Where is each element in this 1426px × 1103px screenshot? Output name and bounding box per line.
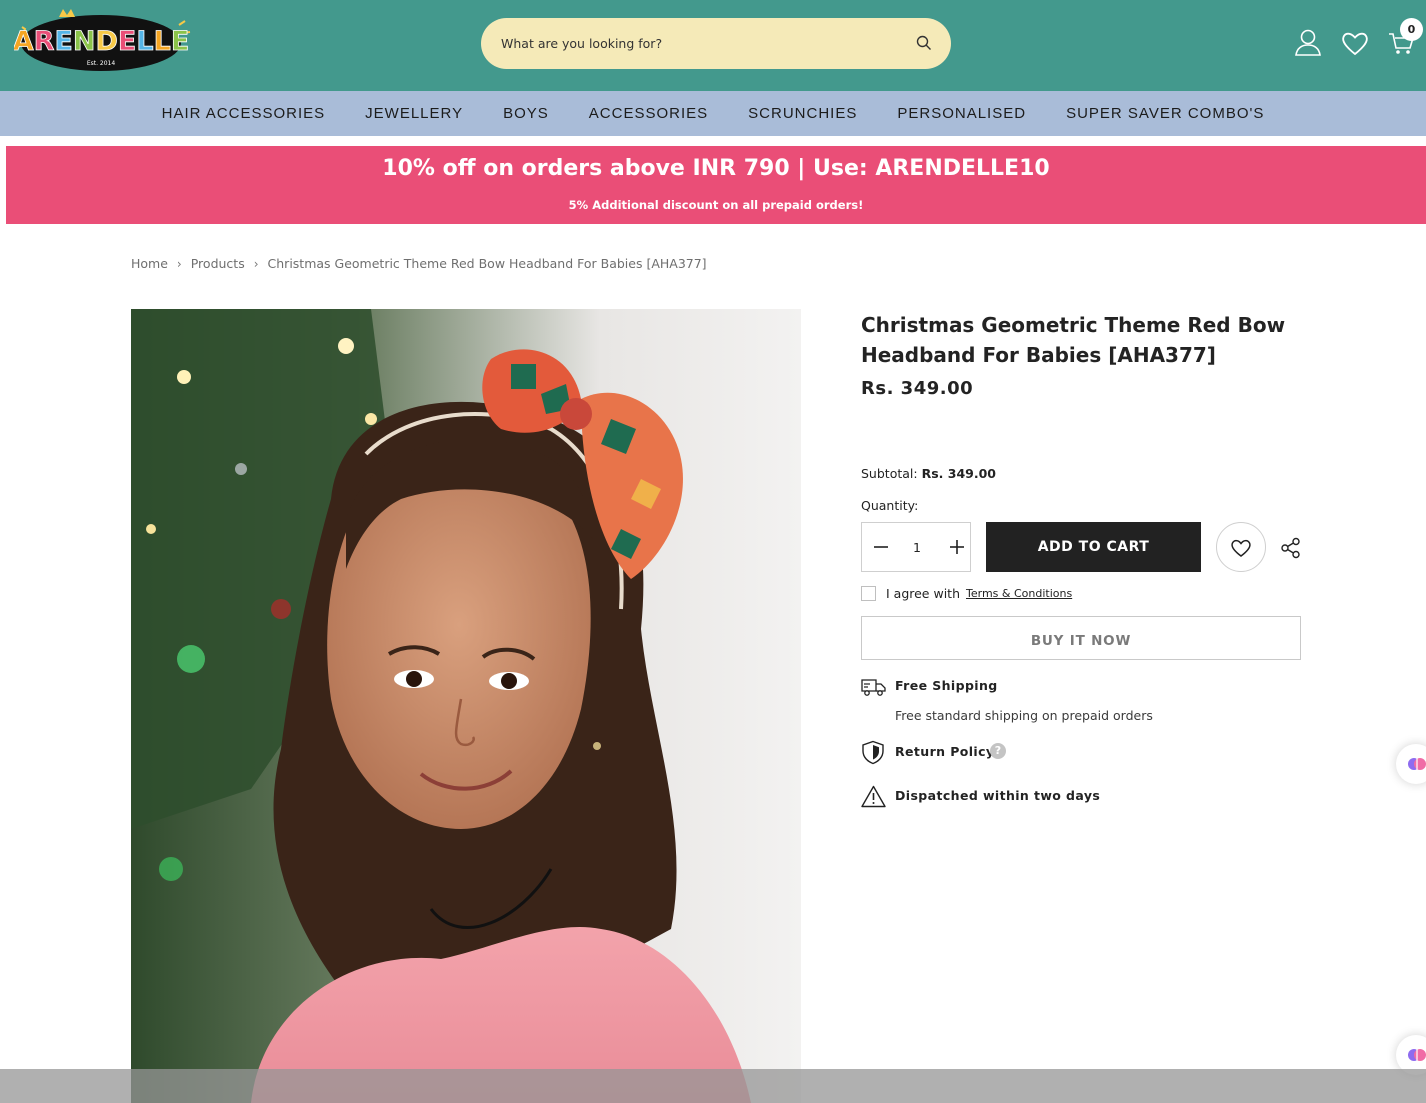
subtotal: Subtotal: Rs. 349.00 [861, 466, 996, 481]
nav-item-scrunchies[interactable]: SCRUNCHIES [748, 105, 857, 122]
heart-icon [1231, 539, 1251, 557]
delivery-truck-icon [861, 679, 886, 696]
breadcrumb-current: Christmas Geometric Theme Red Bow Headba… [267, 256, 707, 271]
main-nav: HAIR ACCESSORIES JEWELLERY BOYS ACCESSOR… [0, 91, 1426, 136]
buy-it-now-button[interactable]: BUY IT NOW [861, 616, 1301, 660]
chevron-right-icon: › [176, 256, 182, 271]
nav-item-accessories[interactable]: ACCESSORIES [589, 105, 708, 122]
quantity-stepper [861, 522, 971, 572]
nav-item-super-saver-combos[interactable]: SUPER SAVER COMBO'S [1066, 105, 1264, 122]
breadcrumb: Home › Products › Christmas Geometric Th… [131, 256, 707, 271]
bottom-overlay-bar [0, 1069, 1426, 1103]
promo-subline: 5% Additional discount on all prepaid or… [568, 198, 864, 212]
search-icon[interactable] [915, 34, 933, 52]
product-title: Christmas Geometric Theme Red Bow Headba… [861, 313, 1286, 367]
nav-item-hair-accessories[interactable]: HAIR ACCESSORIES [162, 105, 326, 122]
shield-icon [862, 740, 884, 765]
subtotal-value: Rs. 349.00 [921, 466, 996, 481]
breadcrumb-home[interactable]: Home [131, 256, 168, 271]
promo-banner: 10% off on orders above INR 790 | Use: A… [6, 146, 1426, 224]
search-input[interactable] [501, 18, 901, 69]
nav-item-personalised[interactable]: PERSONALISED [897, 105, 1026, 122]
add-to-cart-button[interactable]: ADD TO CART [986, 522, 1201, 572]
nav-item-jewellery[interactable]: JEWELLERY [365, 105, 463, 122]
add-to-wishlist-button[interactable] [1216, 522, 1266, 572]
free-shipping-title: Free Shipping [895, 678, 998, 693]
breadcrumb-products[interactable]: Products [191, 256, 245, 271]
product-image[interactable] [131, 309, 801, 1103]
arendelle-logo[interactable]: ARENDELLE Est. 2014 [14, 5, 192, 75]
svg-text:Est. 2014: Est. 2014 [87, 60, 116, 67]
product-price: Rs. 349.00 [861, 378, 974, 399]
terms-agreement: I agree with Terms & Conditions [861, 586, 1072, 601]
promo-headline: 10% off on orders above INR 790 | Use: A… [382, 156, 1050, 181]
account-icon[interactable] [1293, 28, 1323, 58]
brain-icon [1408, 758, 1426, 770]
chevron-right-icon: › [253, 256, 259, 271]
svg-text:ARENDELLE: ARENDELLE [14, 26, 189, 57]
return-policy-title: Return Policy [895, 744, 995, 759]
plus-icon[interactable] [946, 536, 968, 558]
free-shipping-text: Free standard shipping on prepaid orders [895, 708, 1153, 723]
dispatch-title: Dispatched within two days [895, 788, 1101, 803]
terms-checkbox[interactable] [861, 586, 876, 601]
warning-icon [861, 785, 886, 808]
quantity-input[interactable] [898, 535, 936, 559]
subtotal-label: Subtotal: [861, 466, 918, 481]
search-bar[interactable] [481, 18, 951, 69]
cart-count-badge: 0 [1400, 18, 1423, 41]
site-header: ARENDELLE Est. 2014 0 [0, 0, 1426, 91]
share-icon[interactable] [1280, 537, 1302, 559]
brain-icon [1408, 1049, 1426, 1061]
quantity-label: Quantity: [861, 498, 919, 513]
nav-item-boys[interactable]: BOYS [503, 105, 549, 122]
wishlist-heart-icon[interactable] [1340, 28, 1370, 58]
minus-icon[interactable] [870, 536, 892, 558]
help-icon[interactable]: ? [990, 743, 1006, 759]
agree-text: I agree with [886, 586, 960, 601]
terms-link[interactable]: Terms & Conditions [966, 587, 1072, 600]
chat-widget-button[interactable] [1396, 744, 1426, 784]
